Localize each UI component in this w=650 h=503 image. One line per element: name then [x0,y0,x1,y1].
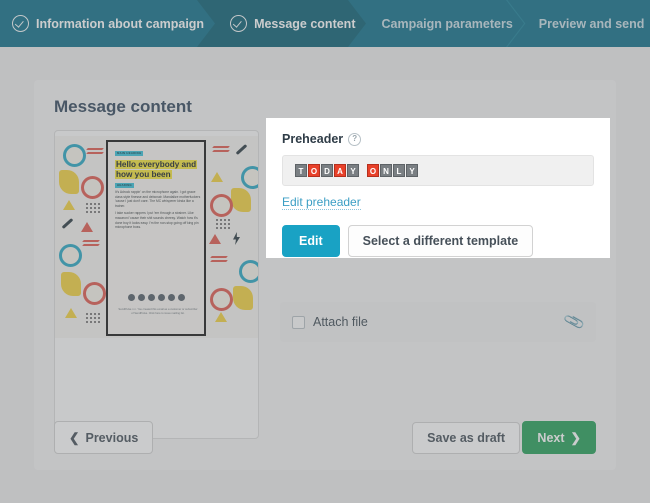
step-label: Preview and send [538,16,645,31]
decor-triangle-icon [63,200,75,210]
preheader-tile: T [295,164,307,177]
decor-ring-icon [241,166,258,189]
check-circle-icon [12,15,29,32]
preheader-tile: Y [406,164,418,177]
decor-blob-icon [61,272,81,296]
decor-blob-icon [233,286,253,310]
template-body-paragraph: I take sucker rappers I put 'em through … [115,211,199,230]
template-thumbnail: MAIN HEADING Hello everybody and how you… [55,136,258,338]
next-button[interactable]: Next ❯ [522,421,596,454]
page-body: Message content MAIN HEADING Hello every… [0,47,650,503]
question-mark-icon[interactable]: ? [348,132,362,146]
template-eyebrow-top: MAIN HEADING [115,151,144,156]
social-icon [177,294,185,301]
chevron-right-icon: ❯ [570,431,581,445]
social-icon [167,294,175,301]
template-footer-text: SendPulse n n. You created this email as… [118,308,198,315]
decor-lines-icon [212,146,230,156]
template-heading: Hello everybody and how you been [115,160,198,179]
decor-ring-icon [59,244,82,267]
decor-triangle-icon [65,308,77,318]
preheader-value-box[interactable]: T O D A Y O N L Y [282,155,594,186]
preheader-tile: O [308,164,320,177]
social-icon [127,294,135,301]
social-icon [147,294,155,301]
preheader-action-buttons: Edit Select a different template [282,225,594,257]
preheader-tile: O [367,164,379,177]
decor-ring-icon [81,176,104,199]
decor-triangle-icon [215,312,227,322]
decor-bolt-icon [233,232,240,245]
preheader-tile-space [360,164,366,177]
decor-triangle-icon [81,222,93,232]
decor-lines-icon [210,256,228,266]
decor-ring-icon [83,282,106,305]
decor-dots-icon [215,218,231,230]
step-label: Campaign parameters [381,16,513,31]
step-label: Information about campaign [36,16,205,31]
decor-dots-icon [85,312,101,324]
page-title: Message content [54,97,192,116]
check-circle-icon [230,15,248,32]
next-button-label: Next [537,430,565,445]
edit-button[interactable]: Edit [282,225,340,257]
decor-ring-icon [210,194,233,217]
step-message-content[interactable]: Message content [218,0,371,47]
previous-button-label: Previous [85,430,139,445]
preheader-tile: D [321,164,333,177]
preheader-title-row: Preheader ? [282,132,594,146]
select-different-template-button[interactable]: Select a different template [347,225,534,257]
campaign-step-bar: Information about campaign Message conte… [0,0,650,47]
preheader-tile: L [393,164,405,177]
step-preview-and-send[interactable]: Preview and send [527,0,650,47]
template-letter: MAIN HEADING Hello everybody and how you… [106,140,206,336]
template-eyebrow-body: HEADING [115,183,134,188]
attach-file-row[interactable]: Attach file 📎 [280,302,596,342]
decor-slash-icon [61,218,74,229]
social-icon [157,294,165,301]
preheader-tile: Y [347,164,359,177]
decor-dots-icon [85,202,101,214]
decor-lines-icon [86,148,104,158]
decor-ring-icon [239,260,258,283]
chevron-left-icon: ❮ [69,431,80,445]
preheader-highlight-panel: Preheader ? T O D A Y O N L Y Edit prehe… [266,118,610,258]
decor-ring-icon [210,288,233,311]
preheader-tile: A [334,164,346,177]
template-preview-panel[interactable]: MAIN HEADING Hello everybody and how you… [54,130,259,439]
template-social-icons [108,294,204,301]
decor-triangle-icon [211,172,223,182]
decor-triangle-icon [209,234,221,244]
preheader-tile: N [380,164,392,177]
step-label: Message content [254,16,356,31]
template-body-copy: It's Adrock rappin' on the microphone ag… [115,190,201,233]
preheader-label: Preheader [282,132,344,146]
decor-blob-icon [231,188,251,212]
decor-blob-icon [59,170,79,194]
decor-ring-icon [63,144,86,167]
paperclip-icon: 📎 [563,311,587,334]
step-campaign-parameters[interactable]: Campaign parameters [369,0,526,47]
edit-preheader-link[interactable]: Edit preheader [282,195,361,210]
template-body-paragraph: It's Adrock rappin' on the microphone ag… [115,190,201,208]
attach-file-label: Attach file [313,315,368,329]
decor-lines-icon [82,240,100,250]
social-icon [137,294,145,301]
save-as-draft-label: Save as draft [427,431,505,445]
step-information-about-campaign[interactable]: Information about campaign [0,0,220,47]
attach-file-checkbox[interactable] [292,315,305,329]
decor-slash-icon [235,144,248,155]
previous-button[interactable]: ❮ Previous [54,421,154,454]
save-as-draft-button[interactable]: Save as draft [412,422,520,454]
